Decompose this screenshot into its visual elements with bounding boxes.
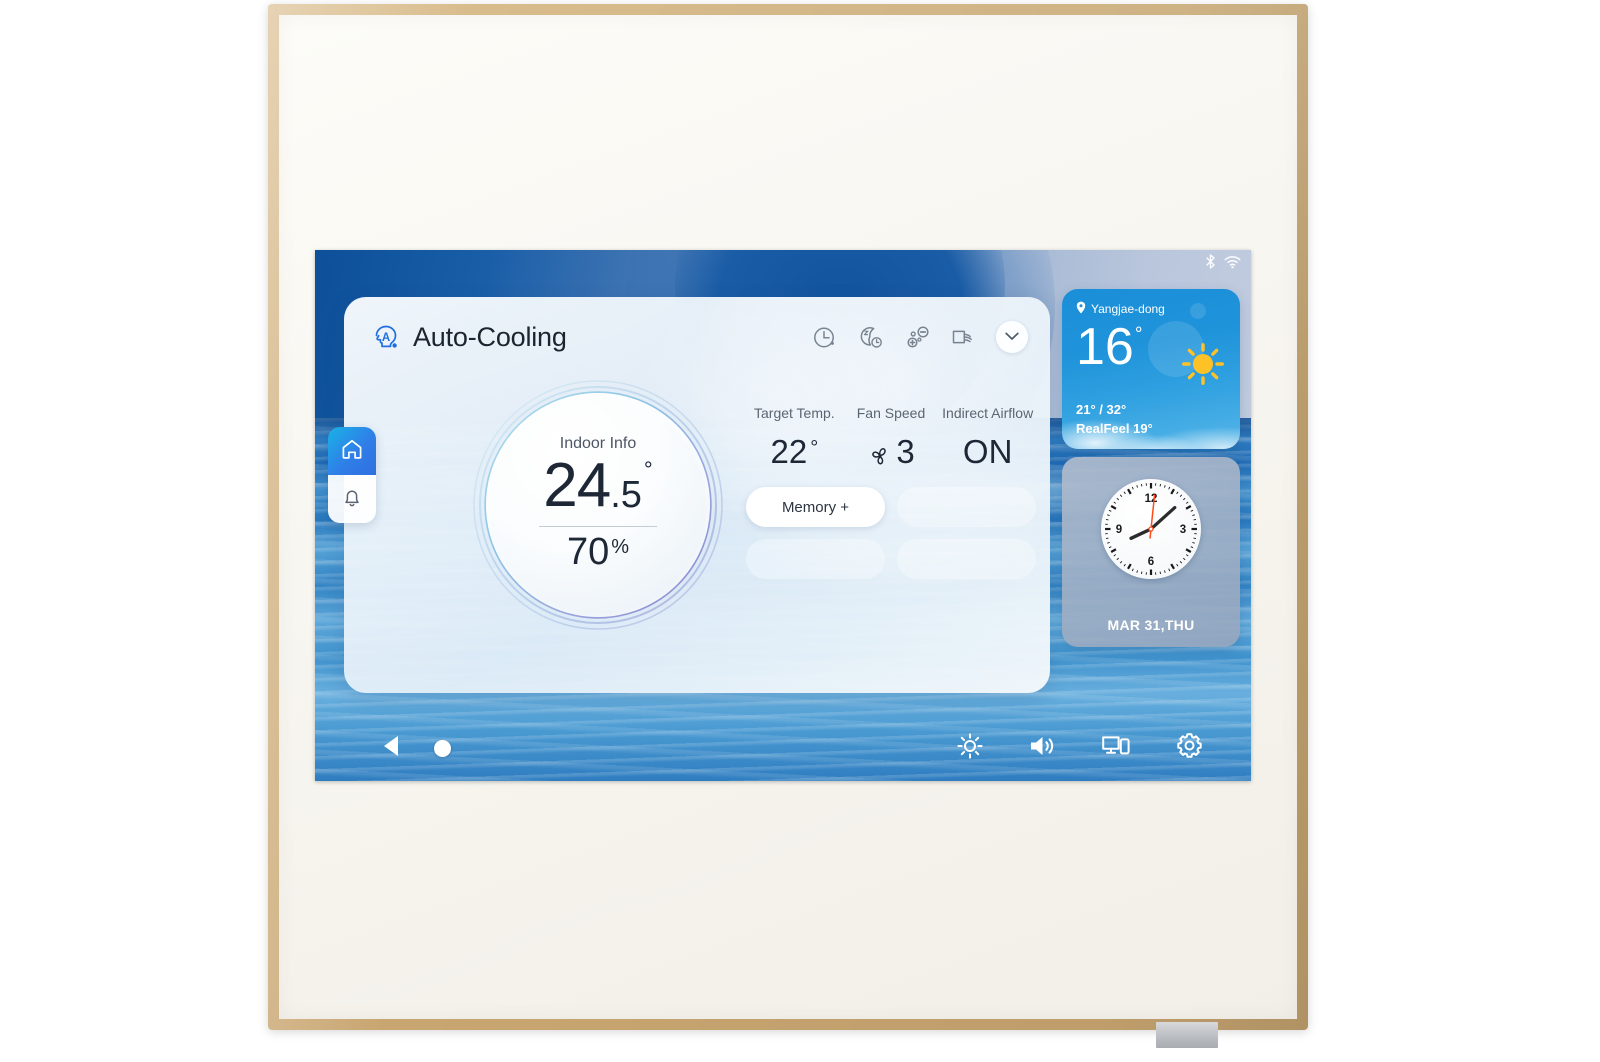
- clock-numeral-12: 12: [1145, 493, 1158, 505]
- clock-widget[interactable]: 12 3 6 9 MAR 31,THU: [1062, 457, 1240, 647]
- readout-target-temp[interactable]: Target Temp. 22 °: [746, 405, 843, 471]
- cast-screen-icon: [1101, 733, 1131, 764]
- brightness-icon: [956, 732, 984, 765]
- left-sidebar: [328, 427, 376, 523]
- clock-numeral-3: 3: [1180, 524, 1186, 536]
- sun-icon: [1180, 341, 1226, 392]
- indoor-temp-decimal: .5: [610, 474, 642, 516]
- target-temp-unit: °: [810, 436, 819, 459]
- indoor-temp-degree: °: [643, 457, 653, 482]
- readout-value-group: 3: [843, 433, 940, 471]
- target-temp-value: 22: [770, 433, 808, 470]
- quick-action-slot-3[interactable]: [746, 539, 885, 579]
- readout-row: Target Temp. 22 ° Fan Speed 3 Indirect A…: [746, 405, 1036, 471]
- bell-icon: [340, 485, 364, 514]
- indirect-airflow-value: ON: [962, 433, 1013, 470]
- chevron-down-icon: [1005, 328, 1019, 346]
- weather-high-low: 21° / 32°: [1076, 402, 1127, 417]
- touchscreen[interactable]: A Auto-Cooling Indoor Info 24 .5 ° 70 % …: [315, 250, 1251, 781]
- readout-label: Target Temp.: [754, 405, 835, 421]
- brightness-button[interactable]: [955, 732, 985, 765]
- weather-cloud-decoration: [1062, 387, 1240, 449]
- settings-button[interactable]: [1174, 733, 1204, 763]
- weather-temperature: 16 °: [1076, 321, 1142, 373]
- readout-label: Indirect Airflow: [942, 405, 1034, 421]
- weather-bubble-2: [1190, 303, 1206, 319]
- weather-temp-degree: °: [1134, 324, 1143, 345]
- home-icon: [340, 437, 364, 466]
- volume-icon: [1028, 733, 1058, 764]
- nav-left-group: [315, 726, 470, 770]
- readout-value-group: ON: [939, 433, 1036, 471]
- weather-realfeel: RealFeel 19°: [1076, 421, 1153, 436]
- climate-control-card: A Auto-Cooling Indoor Info 24 .5 ° 70 % …: [344, 297, 1050, 693]
- quick-action-slot-4[interactable]: [897, 539, 1036, 579]
- indoor-temperature: 24 .5 °: [543, 455, 652, 517]
- clock-numeral-6: 6: [1148, 556, 1154, 568]
- readout-value-group: 22 °: [746, 433, 843, 471]
- system-navigation-bar: [315, 715, 1251, 781]
- ionizer-icon[interactable]: [904, 324, 930, 350]
- volume-button[interactable]: [1028, 733, 1058, 763]
- weather-location-label: Yangjae-dong: [1091, 302, 1165, 316]
- screen-share-button[interactable]: [1101, 733, 1131, 763]
- analog-clock-face: 12 3 6 9: [1101, 479, 1201, 579]
- page-title: Auto-Cooling: [413, 321, 567, 352]
- back-button[interactable]: [370, 726, 414, 770]
- weather-widget[interactable]: Yangjae-dong 16 ° 21° / 32° RealFeel 19°: [1062, 289, 1240, 449]
- sidebar-item-notifications[interactable]: [328, 475, 376, 523]
- back-triangle-icon: [381, 734, 403, 763]
- location-pin-icon: [1076, 301, 1086, 317]
- card-header: A Auto-Cooling: [370, 315, 1032, 359]
- timer-icon[interactable]: [812, 324, 838, 350]
- memory-plus-button[interactable]: Memory +: [746, 487, 885, 527]
- clock-dial: 12 3 6 9: [1105, 483, 1197, 575]
- humidity-value: 70: [566, 531, 610, 573]
- clock-numeral-9: 9: [1116, 524, 1122, 536]
- humidity-unit: %: [611, 536, 630, 558]
- sleep-timer-icon[interactable]: [858, 324, 884, 350]
- svg-text:A: A: [382, 332, 390, 344]
- readout-label: Fan Speed: [856, 405, 926, 421]
- readout-fan-speed[interactable]: Fan Speed 3: [843, 405, 940, 471]
- settings-gear-icon: [1175, 731, 1204, 765]
- bluetooth-icon: [1204, 254, 1217, 269]
- dial-divider: [539, 526, 657, 527]
- expand-chevron-button[interactable]: [996, 321, 1028, 353]
- home-circle-icon: [433, 739, 451, 757]
- airflow-icon[interactable]: [950, 324, 976, 350]
- fan-icon: [867, 439, 893, 465]
- status-bar: [1204, 254, 1241, 269]
- sidebar-item-home[interactable]: [328, 427, 376, 475]
- card-header-actions: [812, 321, 1032, 353]
- quick-action-grid: Memory +: [746, 487, 1036, 579]
- wifi-icon: [1224, 255, 1241, 269]
- indoor-humidity: 70 %: [567, 533, 629, 571]
- home-button[interactable]: [414, 726, 470, 770]
- indoor-temp-integer: 24: [543, 451, 611, 520]
- readout-indirect-airflow[interactable]: Indirect Airflow ON: [939, 405, 1036, 471]
- nav-right-group: [955, 732, 1251, 765]
- dial-face: Indoor Info 24 .5 ° 70 %: [486, 393, 710, 617]
- auto-mode-icon: A: [370, 321, 402, 353]
- wall-mount-bracket: [1156, 1022, 1218, 1048]
- weather-temp-value: 16: [1076, 318, 1134, 376]
- clock-date: MAR 31,THU: [1107, 617, 1195, 633]
- quick-action-slot-2[interactable]: [897, 487, 1036, 527]
- scene: A Auto-Cooling Indoor Info 24 .5 ° 70 % …: [0, 0, 1600, 1062]
- fan-speed-value: 3: [896, 433, 915, 470]
- weather-location: Yangjae-dong: [1076, 301, 1165, 317]
- indoor-info-dial[interactable]: Indoor Info 24 .5 ° 70 %: [468, 375, 728, 635]
